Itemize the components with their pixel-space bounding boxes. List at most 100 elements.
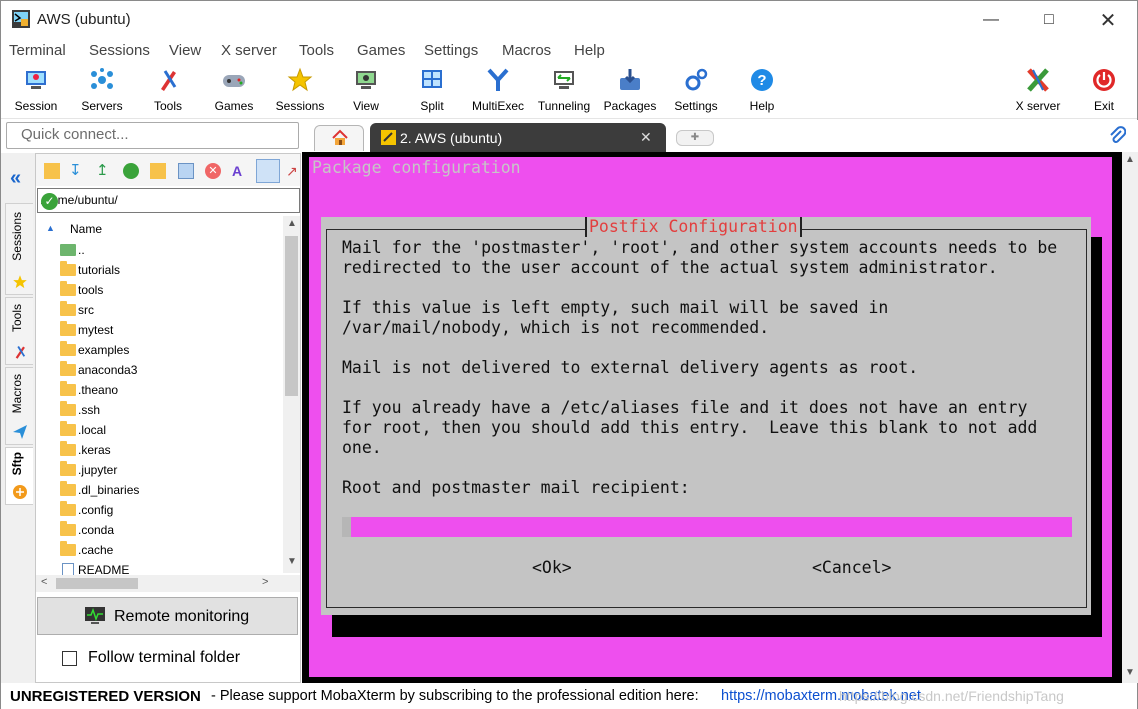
maximize-button[interactable]: □: [1026, 1, 1072, 39]
sessions-button[interactable]: Sessions: [267, 67, 333, 117]
sort-arrow-icon[interactable]: ▲: [46, 223, 55, 233]
file-list-item[interactable]: .jupyter: [60, 461, 280, 482]
side-tab-strip: « Sessions Tools Macros Sftp: [1, 153, 35, 683]
split-button[interactable]: Split: [399, 67, 465, 117]
refresh-icon[interactable]: [123, 163, 139, 179]
minimize-button[interactable]: —: [968, 1, 1014, 39]
new-tab-button[interactable]: ✚: [676, 130, 714, 146]
cancel-button[interactable]: <Cancel>: [812, 558, 891, 578]
parent-folder-icon[interactable]: [44, 163, 60, 179]
watermark: https://blog.csdn.net/FriendshipTang: [839, 688, 1064, 704]
checkbox[interactable]: [62, 651, 77, 666]
file-list-item[interactable]: .theano: [60, 381, 280, 402]
dialog-text-line: Root and postmaster mail recipient:: [342, 478, 690, 497]
tools-button[interactable]: Tools: [135, 67, 201, 117]
home-icon: [332, 129, 348, 145]
tab-macros[interactable]: Macros: [5, 367, 33, 445]
menu-settings[interactable]: Settings: [424, 42, 478, 59]
folder-icon: [60, 301, 76, 316]
dialog-text-line: Mail for the 'postmaster', 'root', and o…: [342, 238, 1058, 257]
exit-button[interactable]: Exit: [1071, 67, 1137, 117]
new-folder-icon[interactable]: [150, 163, 166, 179]
sftp-vertical-scrollbar[interactable]: ▲ ▼: [283, 216, 300, 573]
sftp-toolbar: ↧ ↥ ✕ A ↗: [36, 154, 300, 186]
menu-x-server[interactable]: X server: [221, 42, 277, 59]
tab-aws-ubuntu[interactable]: 2. AWS (ubuntu) ✕: [370, 123, 666, 152]
quick-connect-input[interactable]: Quick connect...: [6, 122, 299, 149]
games-button[interactable]: Games: [201, 67, 267, 117]
delete-icon[interactable]: ✕: [205, 163, 221, 179]
upload-icon[interactable]: ↥: [96, 163, 112, 179]
mobaxterm-logo-icon: [12, 10, 30, 28]
star-icon: [287, 67, 313, 92]
file-list-item[interactable]: tools: [60, 281, 280, 302]
file-name: examples: [78, 343, 130, 357]
file-list-item[interactable]: .keras: [60, 441, 280, 462]
close-window-button[interactable]: ✕: [1085, 1, 1131, 39]
file-list-item[interactable]: .config: [60, 501, 280, 522]
multiexec-button[interactable]: MultiExec: [465, 67, 531, 117]
file-list-item[interactable]: mytest: [60, 321, 280, 342]
packages-button[interactable]: Packages: [597, 67, 663, 117]
folder-icon: [60, 441, 76, 456]
servers-button[interactable]: Servers: [69, 67, 135, 117]
tab-home[interactable]: [314, 125, 364, 151]
x-server-button[interactable]: X server: [1005, 67, 1071, 117]
collapse-panel-icon[interactable]: «: [10, 167, 21, 190]
sftp-horizontal-scrollbar[interactable]: < >: [36, 575, 300, 592]
hscroll-thumb[interactable]: [56, 578, 138, 589]
file-list-item[interactable]: src: [60, 301, 280, 322]
menu-macros[interactable]: Macros: [502, 42, 551, 59]
view-button[interactable]: View: [333, 67, 399, 117]
column-header-name[interactable]: Name: [70, 222, 102, 236]
download-icon[interactable]: ↧: [69, 163, 85, 179]
menu-tools[interactable]: Tools: [299, 42, 334, 59]
dialog-text-line: /var/mail/nobody, which is not recommend…: [342, 318, 770, 337]
settings-button[interactable]: Settings: [663, 67, 729, 117]
menu-help[interactable]: Help: [574, 42, 605, 59]
close-tab-icon[interactable]: ✕: [640, 129, 652, 146]
attach-icon[interactable]: [1108, 125, 1126, 145]
file-list-item[interactable]: anaconda3: [60, 361, 280, 382]
tunneling-button[interactable]: Tunneling: [531, 67, 597, 117]
session-button[interactable]: Session: [3, 67, 69, 117]
terminal-tab-icon: [381, 130, 396, 145]
tab-sftp[interactable]: Sftp: [5, 447, 33, 505]
file-name: tutorials: [78, 263, 121, 277]
file-list-item[interactable]: .cache: [60, 541, 280, 562]
scroll-thumb[interactable]: [285, 236, 298, 396]
folder-icon: [60, 281, 76, 296]
more-tools-icon[interactable]: ↗: [286, 163, 302, 179]
power-icon: [1093, 69, 1115, 91]
folder-icon: [60, 261, 76, 276]
tab-tools[interactable]: Tools: [5, 297, 33, 365]
folder-icon: [60, 401, 76, 416]
file-list-item[interactable]: tutorials: [60, 261, 280, 282]
session-icon: [26, 71, 46, 89]
file-list-item[interactable]: .local: [60, 421, 280, 442]
file-list-item[interactable]: ..: [60, 242, 280, 262]
text-cursor: [342, 517, 351, 537]
menu-games[interactable]: Games: [357, 42, 405, 59]
path-ok-icon[interactable]: ✓: [41, 193, 58, 210]
package-config-header: Package configuration: [312, 158, 521, 177]
sftp-path-input[interactable]: /home/ubuntu/ ✓: [37, 188, 300, 213]
help-button[interactable]: ? Help: [729, 67, 795, 117]
menu-view[interactable]: View: [169, 42, 201, 59]
permissions-icon[interactable]: [256, 159, 280, 183]
rename-icon[interactable]: A: [232, 163, 248, 179]
remote-monitoring-button[interactable]: Remote monitoring: [37, 597, 298, 635]
folder-icon: [60, 541, 76, 556]
file-list-item[interactable]: examples: [60, 341, 280, 362]
menu-sessions[interactable]: Sessions: [89, 42, 150, 59]
menu-terminal[interactable]: Terminal: [9, 42, 66, 59]
terminal-scrollbar[interactable]: ▲ ▼: [1122, 152, 1138, 683]
file-list-item[interactable]: .dl_binaries: [60, 481, 280, 502]
tab-sessions[interactable]: Sessions: [5, 203, 33, 295]
ok-button[interactable]: <Ok>: [532, 558, 572, 578]
file-list-item[interactable]: .conda: [60, 521, 280, 542]
file-list-item[interactable]: .ssh: [60, 401, 280, 422]
new-file-icon[interactable]: [178, 163, 194, 179]
star-icon: [13, 275, 27, 289]
recipient-input[interactable]: [342, 517, 1072, 537]
